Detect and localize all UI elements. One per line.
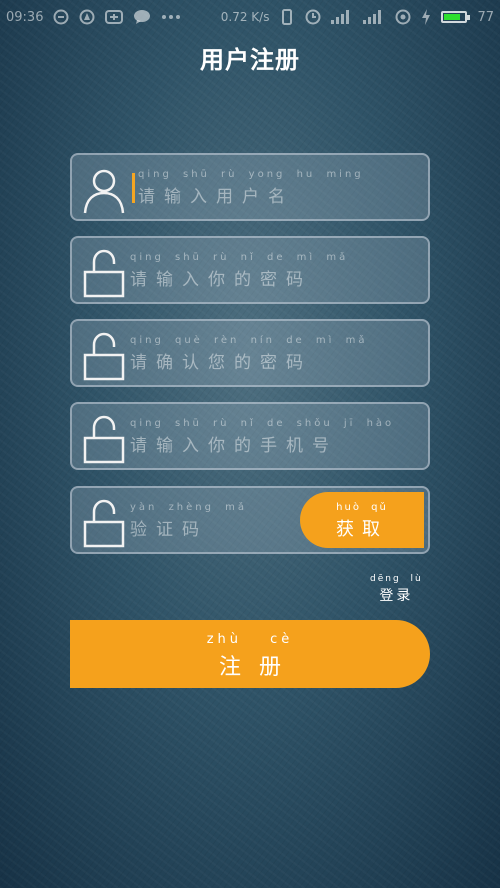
username-placeholder: qing shū rù yong hu ming 请输入用户名 xyxy=(138,169,364,207)
battery-icon xyxy=(441,11,471,23)
signal-icon xyxy=(331,10,353,24)
net-speed: 0.72 K/s xyxy=(220,10,270,24)
status-bar: 09:36 0.72 K/s 77 xyxy=(0,0,500,34)
charging-icon xyxy=(421,9,431,25)
username-field[interactable]: qing shū rù yong hu ming 请输入用户名 xyxy=(70,153,430,221)
lock-icon xyxy=(82,248,126,298)
circle-icon xyxy=(53,9,69,25)
password-placeholder: qing shū rù nǐ de mì mǎ 请输入你的密码 xyxy=(130,252,349,290)
more-icon xyxy=(161,14,181,20)
lock-icon xyxy=(82,414,126,464)
status-time: 09:36 xyxy=(6,9,44,25)
text-cursor xyxy=(132,173,135,203)
confirm-password-field[interactable]: qing què rèn nín de mì mǎ 请确认您的密码 xyxy=(70,319,430,387)
taobao-icon xyxy=(105,9,124,25)
get-code-button[interactable]: huò qǔ 获取 xyxy=(300,492,424,548)
lock-icon xyxy=(82,331,126,381)
login-link[interactable]: dēng lù 登录 xyxy=(370,574,423,605)
password-field[interactable]: qing shū rù nǐ de mì mǎ 请输入你的密码 xyxy=(70,236,430,304)
compass-icon xyxy=(79,9,95,25)
chat-icon xyxy=(133,9,151,25)
vibrate-icon xyxy=(279,9,295,25)
signal-icon xyxy=(363,10,385,24)
lock-icon xyxy=(82,498,126,548)
user-icon xyxy=(82,165,126,215)
register-button[interactable]: zhù cè 注册 xyxy=(70,620,430,688)
verification-code-placeholder: yàn zhèng mǎ 验证码 xyxy=(130,502,248,540)
phone-placeholder: qing shū rù nǐ de shǒu jī hào 请输入你的手机号 xyxy=(130,418,395,456)
phone-field[interactable]: qing shū rù nǐ de shǒu jī hào 请输入你的手机号 xyxy=(70,402,430,470)
wifi-icon xyxy=(395,9,411,25)
battery-level: 77 xyxy=(477,9,494,25)
verification-code-field[interactable]: yàn zhèng mǎ 验证码 huò qǔ 获取 xyxy=(70,486,430,554)
clock-icon xyxy=(305,9,321,25)
page-title: 用户注册 xyxy=(200,46,300,74)
confirm-password-placeholder: qing què rèn nín de mì mǎ 请确认您的密码 xyxy=(130,335,368,373)
